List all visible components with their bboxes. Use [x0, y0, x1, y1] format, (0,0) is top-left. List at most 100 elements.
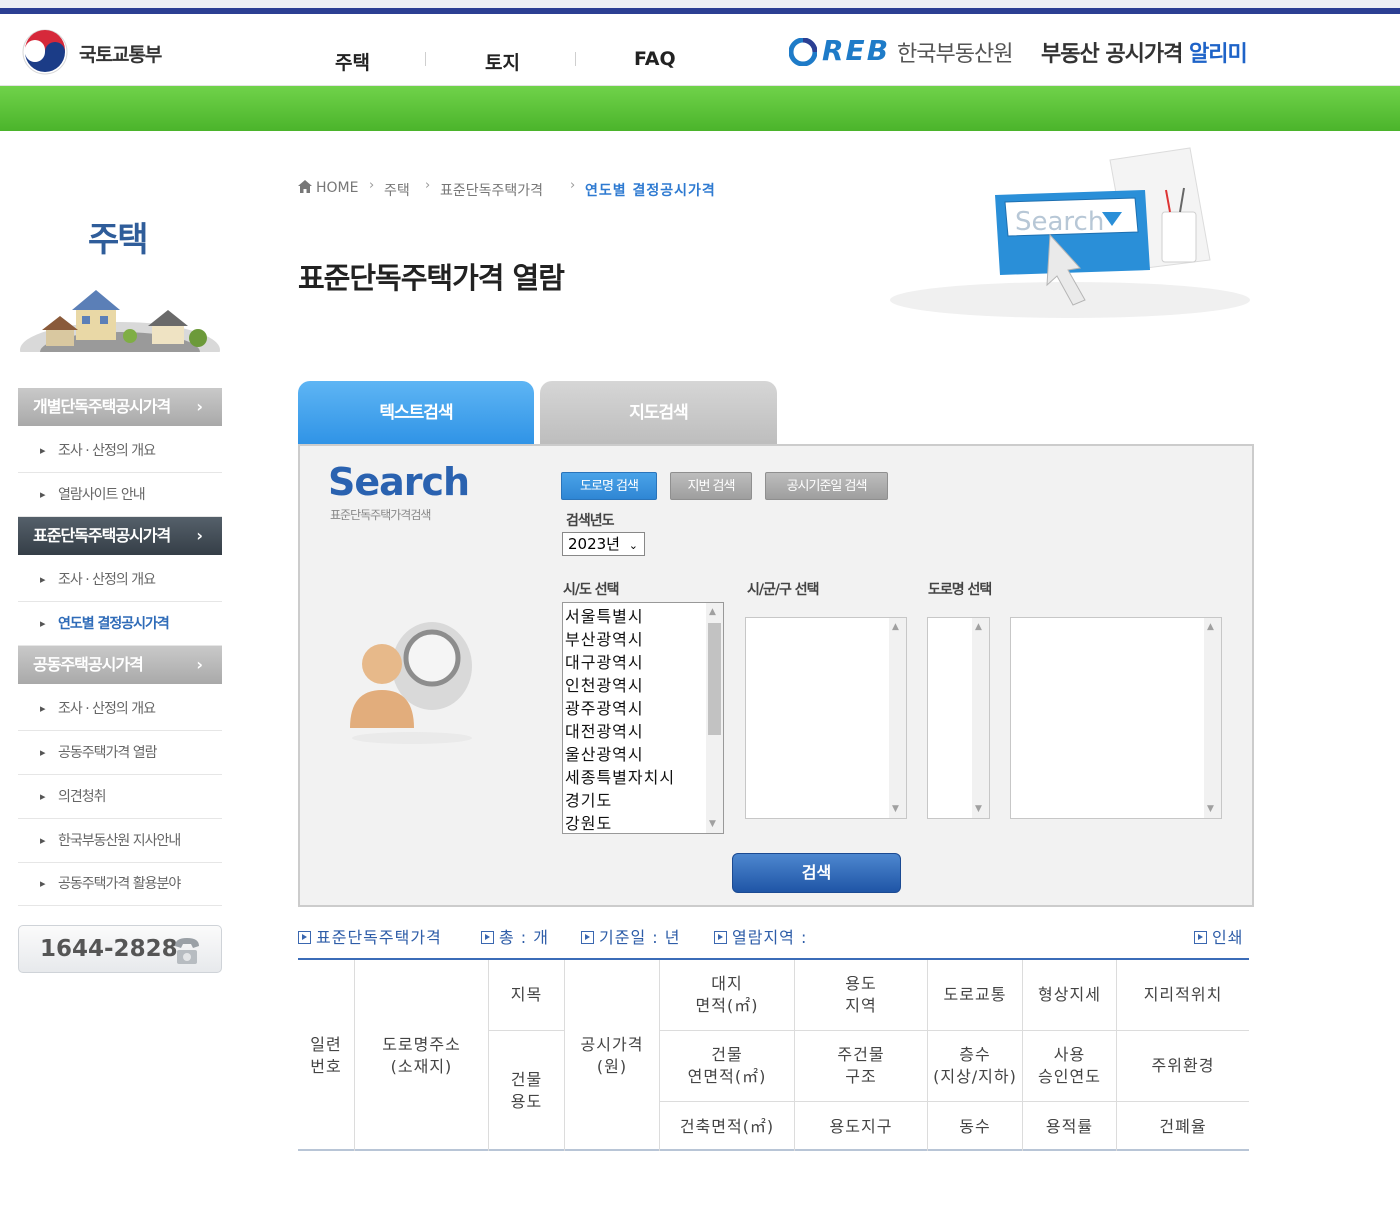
arrow-box-icon [298, 931, 311, 944]
header-land-area: 대지 면적(㎡) [660, 960, 795, 1031]
nav-separator [575, 52, 576, 66]
info-base-date-label: 기준일 : 년 [599, 928, 681, 947]
phone-banner[interactable]: 1644-2828 [18, 925, 222, 973]
ministry-name[interactable]: 국토교통부 [79, 40, 162, 67]
sidebar-item-label: 연도별 결정공시가격 [58, 616, 170, 632]
scroll-up-icon[interactable]: ▲ [1207, 622, 1214, 632]
sidebar-item-overview[interactable]: ▸ 조사 · 산정의 개요 [18, 429, 222, 473]
sidebar-item-label: 조사 · 산정의 개요 [58, 572, 156, 588]
road-name-listbox[interactable]: ▲ ▼ [1010, 617, 1222, 819]
header-environment: 주위환경 [1117, 1031, 1249, 1102]
scroll-down-icon[interactable]: ▼ [709, 819, 716, 829]
scrollbar[interactable]: ▲ ▼ [1204, 618, 1221, 818]
road-label: 도로명 선택 [928, 582, 992, 598]
ministry-logo-icon[interactable] [21, 28, 69, 76]
sidebar-item-opinion[interactable]: ▸ 의견청취 [18, 775, 222, 819]
bullet-icon: ▸ [40, 790, 45, 803]
sido-listbox[interactable]: 서울특별시 부산광역시 대구광역시 인천광역시 광주광역시 대전광역시 울산광역… [562, 602, 724, 834]
breadcrumb-housing[interactable]: 주택 [384, 180, 410, 200]
nav-faq[interactable]: FAQ [634, 48, 676, 70]
sidebar-item-overview[interactable]: ▸ 조사 · 산정의 개요 [18, 687, 222, 731]
sido-option[interactable]: 서울특별시 [565, 603, 644, 627]
bullet-icon: ▸ [40, 746, 45, 759]
bullet-icon: ▸ [40, 444, 45, 457]
header-jimok: 지목 [489, 960, 565, 1031]
info-total-label: 총 : 개 [499, 928, 550, 947]
search-submit-button[interactable]: 검색 [732, 853, 901, 893]
sido-option[interactable]: 대구광역시 [565, 649, 644, 673]
year-label: 검색년도 [566, 513, 615, 529]
search-panel: Search 표준단독주택가격검색 도로명 검색 지번 검색 공시기준일 검색 … [298, 444, 1254, 907]
phone-number: 1644-2828 [40, 936, 178, 962]
sidebar-item-yearly-prices[interactable]: ▸ 연도별 결정공시가격 [18, 602, 222, 646]
sidebar-item-label: 열람사이트 안내 [58, 487, 146, 503]
chevron-right-icon: › [196, 526, 203, 545]
nav-land[interactable]: 토지 [485, 48, 520, 75]
sidebar-item-overview[interactable]: ▸ 조사 · 산정의 개요 [18, 558, 222, 602]
header-building-use: 건물 용도 [489, 1031, 565, 1151]
sido-option[interactable]: 울산광역시 [565, 741, 644, 765]
sidebar-item-sites[interactable]: ▸ 열람사이트 안내 [18, 473, 222, 517]
year-select[interactable]: 2023년 ⌄ [562, 532, 645, 556]
info-category-label: 표준단독주택가격 [316, 928, 442, 947]
sidebar-item-branches[interactable]: ▸ 한국부동산원 지사안내 [18, 819, 222, 863]
lot-search-button[interactable]: 지번 검색 [670, 472, 752, 500]
scroll-down-icon[interactable]: ▼ [892, 804, 899, 814]
road-search-button[interactable]: 도로명 검색 [561, 472, 657, 500]
sidebar-item-usage[interactable]: ▸ 공동주택가격 활용분야 [18, 862, 222, 906]
print-link[interactable]: 인쇄 [1194, 924, 1243, 948]
sidebar-item-label: 조사 · 산정의 개요 [58, 443, 156, 459]
sido-option[interactable]: 인천광역시 [565, 672, 644, 696]
search-subheading: 표준단독주택가격검색 [330, 508, 431, 522]
scroll-down-icon[interactable]: ▼ [975, 804, 982, 814]
service-title: 부동산 공시가격 알리미 [1041, 36, 1248, 68]
scrollbar[interactable]: ▲ ▼ [972, 618, 989, 818]
breadcrumb-current: 연도별 결정공시가격 [585, 183, 716, 199]
scrollbar[interactable]: ▲ ▼ [889, 618, 906, 818]
tab-text-search[interactable]: 텍스트검색 [298, 381, 534, 445]
sido-option[interactable]: 강원도 [565, 810, 612, 834]
arrow-box-icon [481, 931, 494, 944]
sidebar-section-standard[interactable]: 표준단독주택공시가격 › [18, 517, 222, 555]
scrollbar-thumb[interactable] [708, 623, 721, 735]
sidebar-item-apartment-view[interactable]: ▸ 공동주택가격 열람 [18, 731, 222, 775]
sigungu-label: 시/군/구 선택 [747, 582, 820, 598]
header-far: 용적률 [1023, 1102, 1117, 1151]
sidebar-section-apartment[interactable]: 공동주택공시가격 › [18, 646, 222, 684]
breadcrumb-home[interactable]: HOME [316, 180, 358, 196]
nav-housing[interactable]: 주택 [335, 48, 370, 75]
scroll-up-icon[interactable]: ▲ [975, 622, 982, 632]
breadcrumb-standard[interactable]: 표준단독주택가격 [440, 180, 543, 200]
base-date-search-button[interactable]: 공시기준일 검색 [765, 472, 888, 500]
breadcrumb-arrow-icon: › [369, 178, 375, 193]
sido-option[interactable]: 경기도 [565, 787, 612, 811]
scrollbar[interactable]: ▲ ▼ [706, 603, 723, 833]
sido-option[interactable]: 세종특별자치시 [565, 764, 675, 788]
bullet-icon: ▸ [40, 834, 45, 847]
service-title-main: 부동산 공시가격 [1041, 42, 1183, 67]
page-title: 표준단독주택가격 열람 [298, 261, 565, 295]
home-icon [298, 180, 312, 193]
arrow-box-icon [714, 931, 727, 944]
person-magnifier-icon [350, 622, 472, 744]
sidebar-section-label: 공동주택공시가격 [33, 655, 144, 674]
print-label: 인쇄 [1212, 928, 1244, 947]
scroll-up-icon[interactable]: ▲ [892, 622, 899, 632]
header-price: 공시가격 (원) [565, 960, 660, 1151]
sido-option[interactable]: 부산광역시 [565, 626, 644, 650]
road-initial-listbox[interactable]: ▲ ▼ [927, 617, 990, 819]
info-region-label: 열람지역 : [732, 928, 808, 947]
sigungu-listbox[interactable]: ▲ ▼ [745, 617, 907, 819]
sido-option[interactable]: 대전광역시 [565, 718, 644, 742]
search-illustration-icon: Search [890, 147, 1250, 318]
sidebar-section-individual[interactable]: 개별단독주택공시가격 › [18, 388, 222, 426]
sido-option[interactable]: 광주광역시 [565, 695, 644, 719]
tab-map-search[interactable]: 지도검색 [540, 381, 777, 445]
reb-org-name: 한국부동산원 [897, 42, 1013, 67]
header-buildings: 동수 [928, 1102, 1023, 1151]
bullet-icon: ▸ [40, 702, 45, 715]
bullet-icon: ▸ [40, 877, 45, 890]
scroll-up-icon[interactable]: ▲ [709, 607, 716, 617]
scroll-down-icon[interactable]: ▼ [1207, 804, 1214, 814]
header: 국토교통부 주택 토지 FAQ REB 한국부동산원 부동산 공시가격 알리미 [0, 14, 1400, 86]
